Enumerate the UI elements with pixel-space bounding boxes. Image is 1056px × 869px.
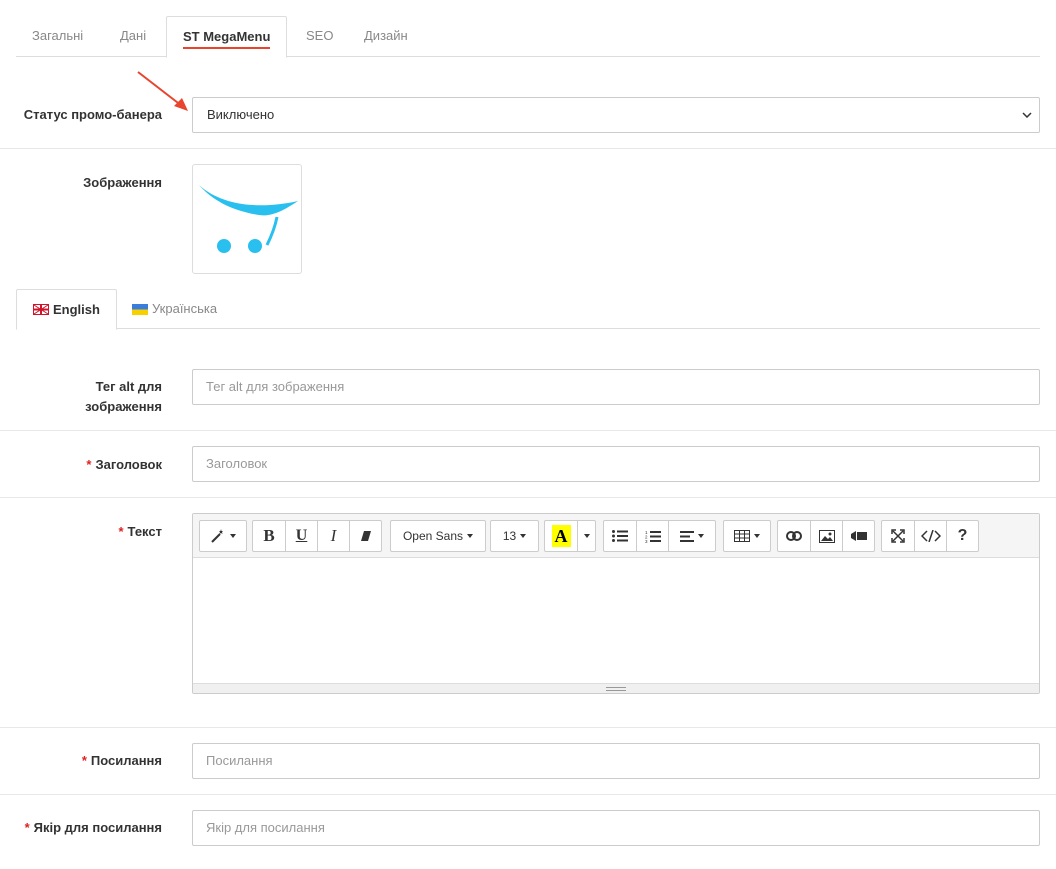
alt-tag-label-line2: зображення xyxy=(85,399,162,414)
tab-data-label: Дані xyxy=(120,28,147,43)
link-placeholder: Посилання xyxy=(206,753,273,768)
ukraine-flag-icon xyxy=(132,303,148,315)
divider xyxy=(0,430,1056,431)
color-dropdown-button[interactable] xyxy=(577,520,596,552)
resize-grip-icon xyxy=(606,686,626,691)
required-mark: * xyxy=(118,524,124,539)
divider xyxy=(0,727,1056,728)
magic-wand-icon xyxy=(211,529,223,543)
image-label: Зображення xyxy=(83,175,162,190)
heading-label-text: Заголовок xyxy=(95,457,162,472)
required-mark: * xyxy=(24,820,30,835)
insert-video-button[interactable] xyxy=(842,520,875,552)
tab-ukrainian-label: Українська xyxy=(152,301,218,316)
required-mark: * xyxy=(81,753,87,768)
insert-link-button[interactable] xyxy=(777,520,811,552)
heading-label: * Заголовок xyxy=(86,455,162,475)
anchor-input[interactable]: Якір для посилання xyxy=(192,810,1040,846)
color-letter: A xyxy=(551,525,571,547)
tab-general[interactable]: Загальні xyxy=(16,16,99,57)
numbered-list-icon: 123 xyxy=(645,530,661,543)
bold-button[interactable]: B xyxy=(252,520,286,552)
anchor-placeholder: Якір для посилання xyxy=(206,820,325,835)
opencart-logo-icon xyxy=(199,185,298,253)
tab-st-megamenu-label: ST MegaMenu xyxy=(183,29,271,49)
divider xyxy=(0,497,1056,498)
uk-flag-icon xyxy=(33,304,49,315)
eraser-icon xyxy=(360,531,371,541)
fullscreen-button[interactable] xyxy=(881,520,915,552)
underline-button[interactable]: U xyxy=(285,520,318,552)
promo-status-label: Статус промо-банера xyxy=(23,107,162,122)
align-left-icon xyxy=(680,530,694,542)
anchor-label-text: Якір для посилання xyxy=(33,820,162,835)
alt-tag-input[interactable]: Тег alt для зображення xyxy=(192,369,1040,405)
tab-st-megamenu[interactable]: ST MegaMenu xyxy=(166,16,288,58)
heading-input[interactable]: Заголовок xyxy=(192,446,1040,482)
tab-data[interactable]: Дані xyxy=(104,16,162,57)
editor-toolbar: B U I Open Sans 13 A 1 2 3 ? xyxy=(193,514,1039,558)
chevron-down-icon xyxy=(1021,98,1033,132)
insert-image-button[interactable] xyxy=(810,520,843,552)
divider xyxy=(0,148,1056,149)
alt-tag-label: Тег alt для зображення xyxy=(85,377,162,417)
text-label: * Текст xyxy=(118,522,162,542)
font-size-value: 13 xyxy=(502,529,517,543)
tab-seo[interactable]: SEO xyxy=(290,16,349,57)
expand-icon xyxy=(891,529,905,543)
promo-status-value: Виключено xyxy=(207,107,275,122)
picture-icon xyxy=(818,529,835,543)
table-dropdown[interactable] xyxy=(723,520,771,552)
heading-placeholder: Заголовок xyxy=(206,456,268,471)
font-family-value: Open Sans xyxy=(402,529,464,543)
italic-button[interactable]: I xyxy=(317,520,350,552)
required-mark: * xyxy=(86,457,92,472)
tab-english[interactable]: English xyxy=(16,289,117,330)
svg-text:3: 3 xyxy=(645,539,648,543)
font-size-dropdown[interactable]: 13 xyxy=(490,520,539,552)
rich-text-editor: B U I Open Sans 13 A 1 2 3 ? xyxy=(192,513,1040,694)
image-thumbnail[interactable] xyxy=(192,164,302,274)
divider xyxy=(0,794,1056,795)
link-input[interactable]: Посилання xyxy=(192,743,1040,779)
editor-resize-bar[interactable] xyxy=(193,683,1039,693)
font-family-dropdown[interactable]: Open Sans xyxy=(390,520,486,552)
clear-format-button[interactable] xyxy=(349,520,382,552)
code-icon xyxy=(920,530,941,542)
link-icon xyxy=(786,531,802,541)
tab-ukrainian[interactable]: Українська xyxy=(116,289,233,329)
text-color-button[interactable]: A xyxy=(544,520,578,552)
text-label-text: Текст xyxy=(127,524,162,539)
table-icon xyxy=(734,530,750,542)
video-icon xyxy=(850,531,867,541)
tab-design-label: Дизайн xyxy=(364,28,408,43)
link-label: * Посилання xyxy=(82,751,162,771)
tab-general-label: Загальні xyxy=(32,28,84,43)
anchor-label: * Якір для посилання xyxy=(25,818,162,838)
top-tabs: Загальні Дані ST MegaMenu SEO Дизайн xyxy=(16,16,1040,58)
alt-tag-label-line1: Тег alt для xyxy=(95,379,162,394)
style-dropdown-button[interactable] xyxy=(199,520,247,552)
language-tabs: English Українська xyxy=(16,289,1040,330)
link-label-text: Посилання xyxy=(90,753,162,768)
editor-content-area[interactable] xyxy=(193,558,1039,683)
ordered-list-button[interactable]: 123 xyxy=(636,520,669,552)
alt-tag-placeholder: Тег alt для зображення xyxy=(206,379,345,394)
tab-design[interactable]: Дизайн xyxy=(348,16,424,57)
bullet-list-icon xyxy=(612,530,628,542)
tab-english-label: English xyxy=(53,301,100,317)
paragraph-align-dropdown[interactable] xyxy=(668,520,716,552)
code-view-button[interactable] xyxy=(914,520,947,552)
help-button[interactable]: ? xyxy=(946,520,979,552)
promo-status-select[interactable]: Виключено xyxy=(192,97,1040,133)
unordered-list-button[interactable] xyxy=(603,520,637,552)
tab-seo-label: SEO xyxy=(306,28,334,43)
